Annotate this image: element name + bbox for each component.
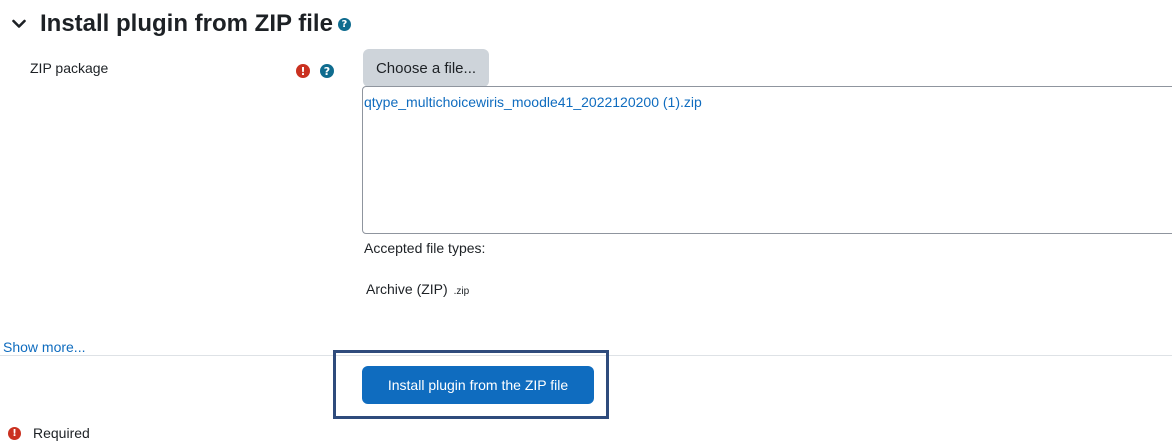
archive-extension: .zip bbox=[453, 286, 470, 297]
question-circle-icon[interactable]: ? bbox=[320, 64, 334, 78]
install-plugin-button[interactable]: Install plugin from the ZIP file bbox=[362, 366, 594, 404]
selected-file-link[interactable]: qtype_multichoicewiris_moodle41_20221202… bbox=[364, 94, 702, 110]
accepted-file-types-label: Accepted file types: bbox=[364, 240, 486, 256]
show-more-link[interactable]: Show more... bbox=[3, 339, 85, 355]
required-legend: ! Required bbox=[8, 425, 90, 441]
required-text: Required bbox=[33, 425, 90, 441]
archive-label: Archive (ZIP) bbox=[366, 281, 448, 297]
chevron-down-icon[interactable] bbox=[12, 6, 34, 42]
zip-package-label: ZIP package bbox=[30, 60, 109, 76]
accepted-type-item: Archive (ZIP) .zip bbox=[366, 281, 469, 297]
section-header[interactable]: Install plugin from ZIP file ? bbox=[12, 6, 351, 42]
section-title: Install plugin from ZIP file bbox=[40, 10, 333, 37]
choose-file-button[interactable]: Choose a file... bbox=[363, 49, 489, 87]
exclamation-circle-icon: ! bbox=[296, 64, 310, 78]
question-circle-icon[interactable]: ? bbox=[337, 17, 351, 31]
exclamation-circle-icon: ! bbox=[8, 426, 21, 440]
